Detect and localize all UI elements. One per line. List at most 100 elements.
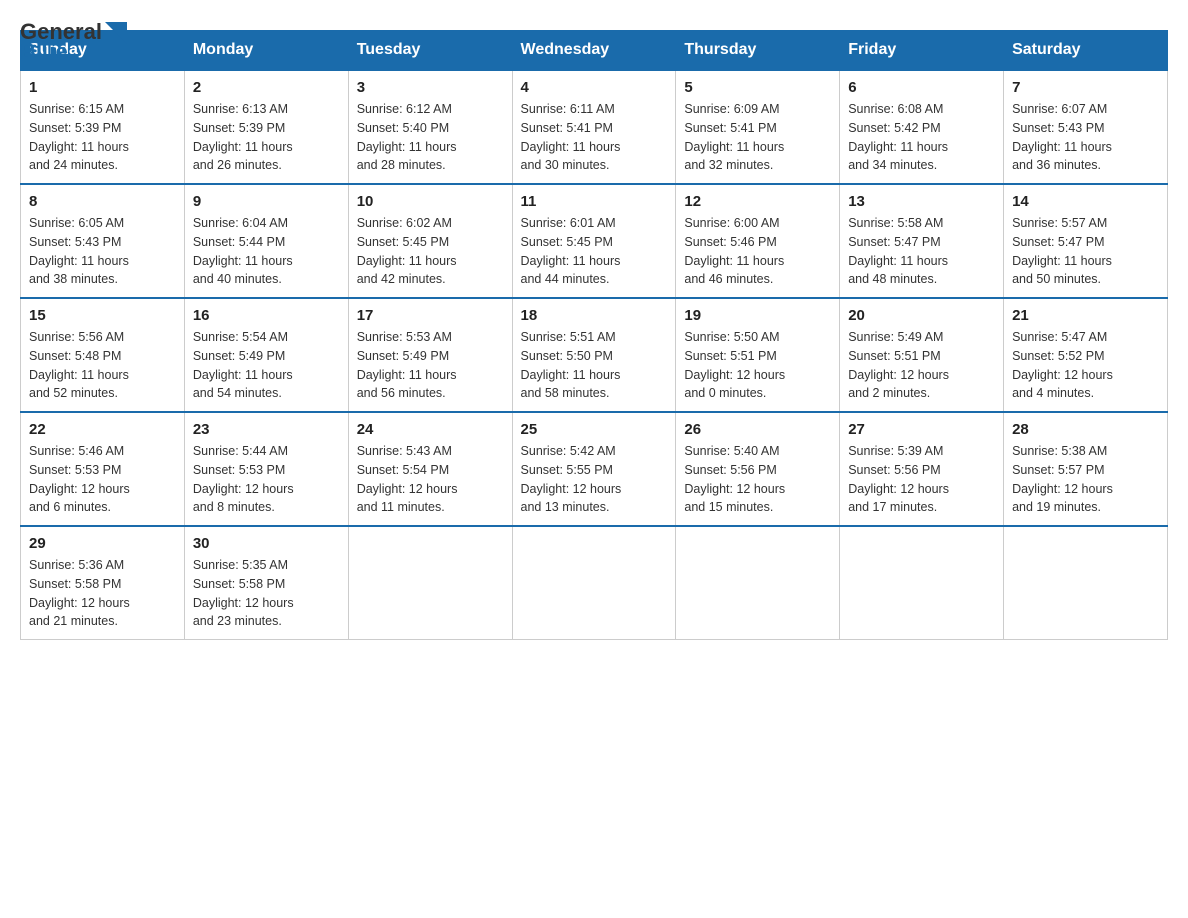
day-number: 25 — [521, 421, 668, 438]
header-wednesday: Wednesday — [512, 31, 676, 71]
day-number: 5 — [684, 79, 831, 96]
header-friday: Friday — [840, 31, 1004, 71]
day-number: 29 — [29, 535, 176, 552]
day-number: 9 — [193, 193, 340, 210]
day-info: Sunrise: 5:46 AM Sunset: 5:53 PM Dayligh… — [29, 442, 176, 517]
day-info: Sunrise: 5:54 AM Sunset: 5:49 PM Dayligh… — [193, 328, 340, 403]
calendar-day-cell — [1004, 526, 1168, 640]
calendar-day-cell — [676, 526, 840, 640]
day-number: 19 — [684, 307, 831, 324]
day-info: Sunrise: 6:01 AM Sunset: 5:45 PM Dayligh… — [521, 214, 668, 289]
day-info: Sunrise: 6:12 AM Sunset: 5:40 PM Dayligh… — [357, 100, 504, 175]
day-number: 3 — [357, 79, 504, 96]
day-info: Sunrise: 6:04 AM Sunset: 5:44 PM Dayligh… — [193, 214, 340, 289]
day-number: 17 — [357, 307, 504, 324]
calendar-day-cell: 20 Sunrise: 5:49 AM Sunset: 5:51 PM Dayl… — [840, 298, 1004, 412]
calendar-week-1: 1 Sunrise: 6:15 AM Sunset: 5:39 PM Dayli… — [21, 70, 1168, 184]
day-number: 27 — [848, 421, 995, 438]
day-number: 7 — [1012, 79, 1159, 96]
calendar-day-cell: 21 Sunrise: 5:47 AM Sunset: 5:52 PM Dayl… — [1004, 298, 1168, 412]
day-number: 10 — [357, 193, 504, 210]
day-number: 1 — [29, 79, 176, 96]
header-tuesday: Tuesday — [348, 31, 512, 71]
calendar-day-cell: 15 Sunrise: 5:56 AM Sunset: 5:48 PM Dayl… — [21, 298, 185, 412]
calendar-day-cell: 11 Sunrise: 6:01 AM Sunset: 5:45 PM Dayl… — [512, 184, 676, 298]
day-info: Sunrise: 5:43 AM Sunset: 5:54 PM Dayligh… — [357, 442, 504, 517]
day-info: Sunrise: 5:42 AM Sunset: 5:55 PM Dayligh… — [521, 442, 668, 517]
day-number: 26 — [684, 421, 831, 438]
day-info: Sunrise: 5:51 AM Sunset: 5:50 PM Dayligh… — [521, 328, 668, 403]
calendar-day-cell: 7 Sunrise: 6:07 AM Sunset: 5:43 PM Dayli… — [1004, 70, 1168, 184]
calendar-day-cell: 18 Sunrise: 5:51 AM Sunset: 5:50 PM Dayl… — [512, 298, 676, 412]
day-number: 30 — [193, 535, 340, 552]
calendar-day-cell: 22 Sunrise: 5:46 AM Sunset: 5:53 PM Dayl… — [21, 412, 185, 526]
calendar-day-cell — [840, 526, 1004, 640]
calendar-week-2: 8 Sunrise: 6:05 AM Sunset: 5:43 PM Dayli… — [21, 184, 1168, 298]
day-info: Sunrise: 6:15 AM Sunset: 5:39 PM Dayligh… — [29, 100, 176, 175]
day-info: Sunrise: 6:09 AM Sunset: 5:41 PM Dayligh… — [684, 100, 831, 175]
day-number: 28 — [1012, 421, 1159, 438]
day-number: 12 — [684, 193, 831, 210]
day-info: Sunrise: 5:35 AM Sunset: 5:58 PM Dayligh… — [193, 556, 340, 631]
calendar-day-cell: 1 Sunrise: 6:15 AM Sunset: 5:39 PM Dayli… — [21, 70, 185, 184]
calendar-week-5: 29 Sunrise: 5:36 AM Sunset: 5:58 PM Dayl… — [21, 526, 1168, 640]
day-number: 13 — [848, 193, 995, 210]
calendar-day-cell: 30 Sunrise: 5:35 AM Sunset: 5:58 PM Dayl… — [184, 526, 348, 640]
calendar-header-row: Sunday Monday Tuesday Wednesday Thursday… — [21, 31, 1168, 71]
day-info: Sunrise: 5:36 AM Sunset: 5:58 PM Dayligh… — [29, 556, 176, 631]
day-number: 24 — [357, 421, 504, 438]
calendar-day-cell: 2 Sunrise: 6:13 AM Sunset: 5:39 PM Dayli… — [184, 70, 348, 184]
calendar-week-3: 15 Sunrise: 5:56 AM Sunset: 5:48 PM Dayl… — [21, 298, 1168, 412]
header-monday: Monday — [184, 31, 348, 71]
day-info: Sunrise: 6:05 AM Sunset: 5:43 PM Dayligh… — [29, 214, 176, 289]
calendar-day-cell: 29 Sunrise: 5:36 AM Sunset: 5:58 PM Dayl… — [21, 526, 185, 640]
day-info: Sunrise: 5:38 AM Sunset: 5:57 PM Dayligh… — [1012, 442, 1159, 517]
day-info: Sunrise: 6:13 AM Sunset: 5:39 PM Dayligh… — [193, 100, 340, 175]
day-number: 11 — [521, 193, 668, 210]
calendar-day-cell: 14 Sunrise: 5:57 AM Sunset: 5:47 PM Dayl… — [1004, 184, 1168, 298]
day-number: 8 — [29, 193, 176, 210]
calendar-day-cell: 23 Sunrise: 5:44 AM Sunset: 5:53 PM Dayl… — [184, 412, 348, 526]
calendar-day-cell: 6 Sunrise: 6:08 AM Sunset: 5:42 PM Dayli… — [840, 70, 1004, 184]
day-info: Sunrise: 6:11 AM Sunset: 5:41 PM Dayligh… — [521, 100, 668, 175]
calendar-week-4: 22 Sunrise: 5:46 AM Sunset: 5:53 PM Dayl… — [21, 412, 1168, 526]
calendar-day-cell: 16 Sunrise: 5:54 AM Sunset: 5:49 PM Dayl… — [184, 298, 348, 412]
day-number: 21 — [1012, 307, 1159, 324]
day-number: 20 — [848, 307, 995, 324]
calendar-day-cell: 3 Sunrise: 6:12 AM Sunset: 5:40 PM Dayli… — [348, 70, 512, 184]
day-info: Sunrise: 5:40 AM Sunset: 5:56 PM Dayligh… — [684, 442, 831, 517]
day-info: Sunrise: 5:50 AM Sunset: 5:51 PM Dayligh… — [684, 328, 831, 403]
day-number: 2 — [193, 79, 340, 96]
day-number: 6 — [848, 79, 995, 96]
day-info: Sunrise: 5:53 AM Sunset: 5:49 PM Dayligh… — [357, 328, 504, 403]
day-number: 22 — [29, 421, 176, 438]
logo-blue: Blue — [20, 40, 127, 64]
calendar-day-cell: 28 Sunrise: 5:38 AM Sunset: 5:57 PM Dayl… — [1004, 412, 1168, 526]
day-number: 15 — [29, 307, 176, 324]
day-number: 23 — [193, 421, 340, 438]
day-info: Sunrise: 5:39 AM Sunset: 5:56 PM Dayligh… — [848, 442, 995, 517]
day-number: 18 — [521, 307, 668, 324]
day-info: Sunrise: 5:56 AM Sunset: 5:48 PM Dayligh… — [29, 328, 176, 403]
calendar-day-cell: 9 Sunrise: 6:04 AM Sunset: 5:44 PM Dayli… — [184, 184, 348, 298]
calendar-day-cell: 19 Sunrise: 5:50 AM Sunset: 5:51 PM Dayl… — [676, 298, 840, 412]
calendar-day-cell: 17 Sunrise: 5:53 AM Sunset: 5:49 PM Dayl… — [348, 298, 512, 412]
day-info: Sunrise: 6:07 AM Sunset: 5:43 PM Dayligh… — [1012, 100, 1159, 175]
day-info: Sunrise: 6:02 AM Sunset: 5:45 PM Dayligh… — [357, 214, 504, 289]
day-info: Sunrise: 6:00 AM Sunset: 5:46 PM Dayligh… — [684, 214, 831, 289]
day-number: 14 — [1012, 193, 1159, 210]
calendar-day-cell: 10 Sunrise: 6:02 AM Sunset: 5:45 PM Dayl… — [348, 184, 512, 298]
calendar-day-cell: 27 Sunrise: 5:39 AM Sunset: 5:56 PM Dayl… — [840, 412, 1004, 526]
day-info: Sunrise: 5:44 AM Sunset: 5:53 PM Dayligh… — [193, 442, 340, 517]
calendar-day-cell: 26 Sunrise: 5:40 AM Sunset: 5:56 PM Dayl… — [676, 412, 840, 526]
calendar-day-cell — [512, 526, 676, 640]
calendar-day-cell: 13 Sunrise: 5:58 AM Sunset: 5:47 PM Dayl… — [840, 184, 1004, 298]
calendar-day-cell: 24 Sunrise: 5:43 AM Sunset: 5:54 PM Dayl… — [348, 412, 512, 526]
day-info: Sunrise: 5:57 AM Sunset: 5:47 PM Dayligh… — [1012, 214, 1159, 289]
day-number: 4 — [521, 79, 668, 96]
header-saturday: Saturday — [1004, 31, 1168, 71]
day-info: Sunrise: 5:49 AM Sunset: 5:51 PM Dayligh… — [848, 328, 995, 403]
calendar-day-cell: 8 Sunrise: 6:05 AM Sunset: 5:43 PM Dayli… — [21, 184, 185, 298]
calendar-day-cell: 25 Sunrise: 5:42 AM Sunset: 5:55 PM Dayl… — [512, 412, 676, 526]
header-thursday: Thursday — [676, 31, 840, 71]
